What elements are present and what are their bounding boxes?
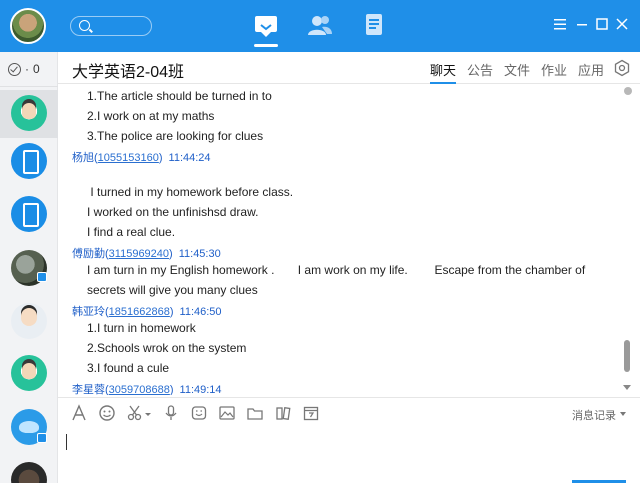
- conversation-avatar-bottom[interactable]: [11, 462, 47, 483]
- scroll-thumb[interactable]: [624, 340, 630, 372]
- message-line: I turned in my homework before class.: [87, 185, 294, 199]
- tab-homework[interactable]: 作业: [541, 60, 567, 79]
- conversation-avatar-group-2[interactable]: [11, 355, 47, 391]
- sender-qq-link[interactable]: 3059708688: [109, 384, 170, 395]
- message-time: 11:49:14: [179, 384, 222, 395]
- voice-mic-icon[interactable]: [162, 404, 180, 422]
- nav-contacts[interactable]: [306, 11, 334, 39]
- conversation-avatar-phone[interactable]: [11, 143, 47, 179]
- message-line: 2.I work on at my maths: [87, 109, 215, 123]
- user-avatar[interactable]: [10, 8, 46, 44]
- message-line: I worked on the unfinishsd draw.: [87, 205, 259, 219]
- top-bar: [0, 0, 640, 52]
- message-sender: 傅励勤(3115969240) 11:45:30: [72, 248, 221, 260]
- sender-name: 杨旭: [72, 152, 94, 164]
- done-separator: ·: [25, 62, 29, 76]
- message-sender: 韩亚玲(1851662868) 11:46:50: [72, 306, 222, 318]
- done-counter[interactable]: · 0: [8, 60, 50, 78]
- message-line: secrets will give you many clues: [87, 283, 258, 297]
- message-scrollbar[interactable]: [622, 85, 632, 397]
- message-time: 11:46:50: [179, 306, 222, 318]
- nav-active-indicator: [254, 44, 278, 47]
- conversation-sidebar: · 0: [0, 52, 58, 483]
- sender-qq-link[interactable]: 3115969240: [109, 248, 169, 260]
- message-time: 11:45:30: [178, 248, 221, 260]
- sender-name: 傅励勤: [72, 248, 105, 260]
- font-icon[interactable]: [70, 404, 88, 422]
- message-list: 1.The article should be turned in to 2.I…: [58, 85, 624, 395]
- history-dropdown-icon[interactable]: [620, 412, 626, 416]
- messages-icon: [255, 16, 277, 37]
- calendar-icon[interactable]: [302, 404, 320, 422]
- screenshot-dropdown-icon[interactable]: [144, 404, 152, 422]
- conversation-avatar-person[interactable]: [11, 303, 47, 339]
- sender-name: 李星蓉: [72, 384, 105, 395]
- device-badge: [37, 272, 47, 282]
- device-badge: [37, 433, 47, 443]
- message-line: 3.I found a cule: [87, 361, 170, 375]
- folder-icon[interactable]: [246, 404, 264, 422]
- contacts-icon: [308, 16, 332, 35]
- check-circle-icon: [8, 62, 21, 76]
- space-icon: [366, 14, 382, 35]
- conversation-avatar-phone-2[interactable]: [11, 196, 47, 232]
- message-line: 2.Schools wrok on the system: [87, 341, 247, 355]
- menu-icon[interactable]: [552, 14, 568, 34]
- close-icon[interactable]: [614, 14, 630, 34]
- message-line: 1.The article should be turned in to: [87, 89, 272, 103]
- message-time: 11:44:24: [168, 152, 211, 164]
- tab-active-indicator: [430, 82, 456, 84]
- input-toolbar: 消息记录: [58, 397, 640, 427]
- nav-space[interactable]: [360, 11, 388, 39]
- message-line: I am turn in my English homework . I am …: [87, 263, 586, 277]
- search-box[interactable]: [70, 16, 152, 36]
- conversation-avatar-bird[interactable]: [11, 409, 47, 445]
- tab-files[interactable]: 文件: [504, 60, 530, 79]
- message-line: 1.I turn in homework: [87, 321, 196, 335]
- message-input[interactable]: [58, 428, 640, 483]
- sender-qq-link[interactable]: 1055153160: [98, 152, 159, 164]
- message-sender: 杨旭(1055153160) 11:44:24: [72, 152, 211, 164]
- done-count: 0: [33, 62, 40, 76]
- scroll-down-arrow-icon[interactable]: [623, 385, 631, 390]
- settings-gear-icon[interactable]: [613, 59, 631, 77]
- message-line: I find a real clue.: [87, 225, 176, 239]
- tab-chat[interactable]: 聊天: [430, 60, 456, 79]
- tab-notice[interactable]: 公告: [467, 60, 493, 79]
- sender-name: 韩亚玲: [72, 306, 105, 318]
- sender-qq-link[interactable]: 1851662868: [109, 306, 170, 318]
- message-line: 3.The police are looking for clues: [87, 129, 264, 143]
- message-sender: 李星蓉(3059708688) 11:49:14: [72, 384, 222, 395]
- maximize-icon[interactable]: [594, 14, 610, 34]
- text-cursor: [66, 434, 67, 450]
- sidebar-divider: [0, 86, 58, 87]
- image-icon[interactable]: [218, 404, 236, 422]
- sticker-icon[interactable]: [190, 404, 208, 422]
- nav-messages[interactable]: [252, 11, 280, 39]
- chat-header: 大学英语2-04班 聊天 公告 文件 作业 应用: [58, 52, 640, 84]
- emoji-icon[interactable]: [98, 404, 116, 422]
- tab-apps[interactable]: 应用: [578, 60, 604, 79]
- scroll-up-button[interactable]: [624, 87, 632, 95]
- conversation-avatar-photo[interactable]: [11, 250, 47, 286]
- gift-icon[interactable]: [274, 404, 292, 422]
- minimize-icon[interactable]: [574, 14, 590, 34]
- conversation-avatar-group[interactable]: [11, 95, 47, 131]
- chat-title: 大学英语2-04班: [72, 64, 185, 81]
- message-history-button[interactable]: 消息记录: [572, 407, 616, 423]
- search-icon: [79, 20, 90, 31]
- screenshot-scissors-icon[interactable]: [126, 404, 144, 422]
